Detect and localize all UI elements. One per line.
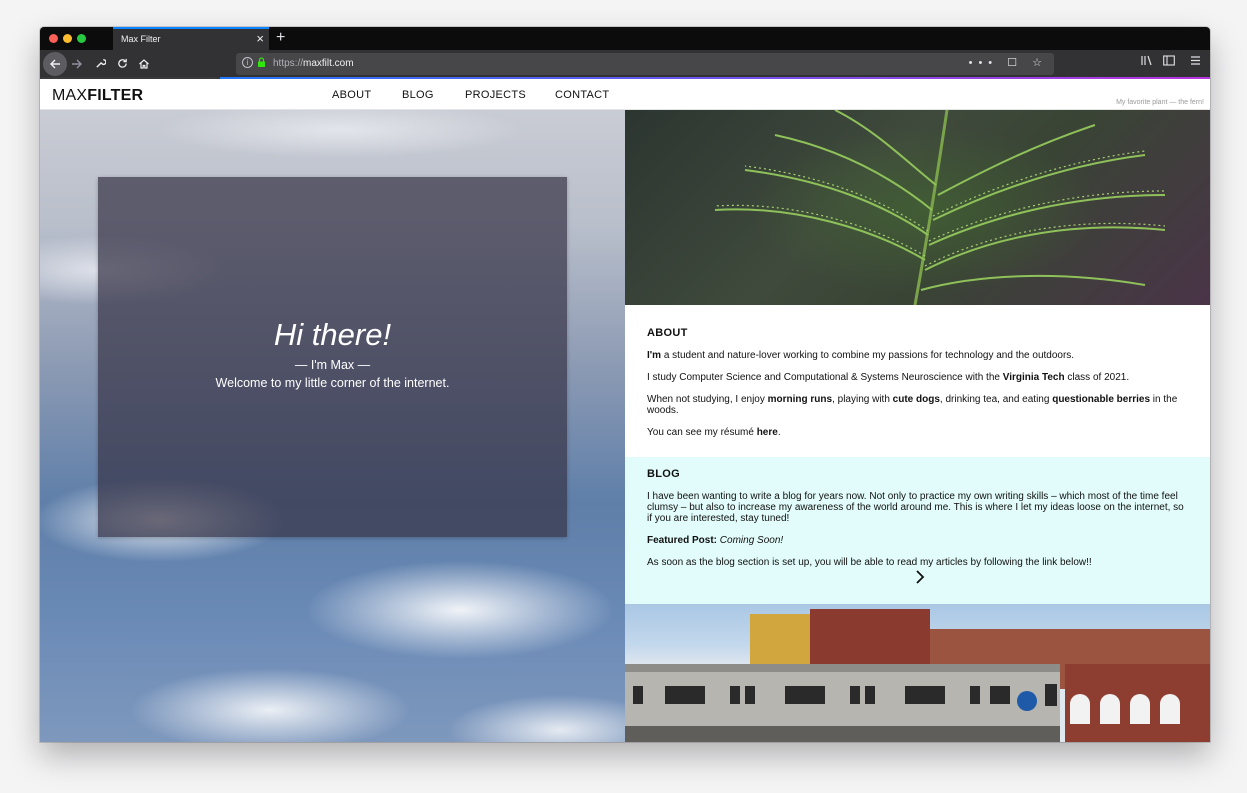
about-paragraph-4: You can see my résumé here. [647,427,781,438]
image-caption: My favorite plant — the fern! [1116,99,1204,106]
resume-link[interactable]: here [757,427,778,438]
about-section: ABOUT I'm a student and nature-lover wor… [625,305,1210,457]
tab-strip: Max Filter × + [40,27,1210,50]
browser-tab[interactable]: Max Filter × [113,27,269,50]
blog-intro: I have been wanting to write a blog for … [647,491,1184,524]
hero-subtitle: — I'm Max — [294,358,371,372]
blog-title: BLOG [647,468,680,480]
library-icon[interactable] [1141,55,1153,69]
minimize-window-button[interactable] [63,34,72,43]
back-arrow-icon[interactable] [43,52,67,76]
about-paragraph-2: I study Computer Science and Computation… [647,372,1130,383]
lock-icon[interactable] [257,57,266,72]
blog-section: BLOG I have been wanting to write a blog… [625,457,1210,604]
home-icon[interactable] [134,54,154,74]
menu-icon[interactable] [1190,55,1201,69]
url-bar[interactable]: i https://maxfilt.com ••• ☐ ☆ [236,53,1054,75]
web-page: MAXFILTER ABOUT BLOG PROJECTS CONTACT My… [40,79,1210,742]
tab-title: Max Filter [121,34,161,44]
hero-welcome: Welcome to my little corner of the inter… [215,376,450,390]
tab-close-icon[interactable]: × [256,30,264,48]
maximize-window-button[interactable] [77,34,86,43]
nav-projects[interactable]: PROJECTS [465,89,526,101]
nav-contact[interactable]: CONTACT [555,89,609,101]
nav-blog[interactable]: BLOG [402,89,434,101]
chevron-right-icon[interactable] [913,570,927,584]
info-icon[interactable]: i [242,57,253,68]
browser-toolbar: i https://maxfilt.com ••• ☐ ☆ [40,50,1210,78]
fern-image [625,110,1210,305]
about-paragraph-3: When not studying, I enjoy morning runs,… [647,394,1178,416]
nav-about[interactable]: ABOUT [332,89,371,101]
url-text: https://maxfilt.com [273,58,354,69]
hero-sky-image: Hi there! — I'm Max — Welcome to my litt… [40,110,625,742]
hero-card: Hi there! — I'm Max — Welcome to my litt… [98,177,567,537]
page-actions-icon[interactable]: ••• ☐ ☆ [969,56,1048,69]
about-title: ABOUT [647,327,688,339]
about-paragraph-1: I'm a student and nature-lover working t… [647,350,1075,361]
subway-train-image [625,604,1210,742]
reload-icon[interactable] [112,54,132,74]
new-tab-button[interactable]: + [276,28,285,48]
blog-featured: Featured Post: Coming Soon! [647,535,784,546]
close-window-button[interactable] [49,34,58,43]
hero-title: Hi there! [273,317,392,352]
site-logo[interactable]: MAXFILTER [52,87,143,105]
blog-note: As soon as the blog section is set up, y… [647,557,1092,568]
site-header: MAXFILTER ABOUT BLOG PROJECTS CONTACT My… [40,79,1210,110]
wrench-icon[interactable] [90,54,110,74]
forward-arrow-icon[interactable] [67,54,87,74]
sidebar-icon[interactable] [1163,55,1175,69]
browser-window: Max Filter × + i https://maxfilt.com •••… [40,27,1210,742]
